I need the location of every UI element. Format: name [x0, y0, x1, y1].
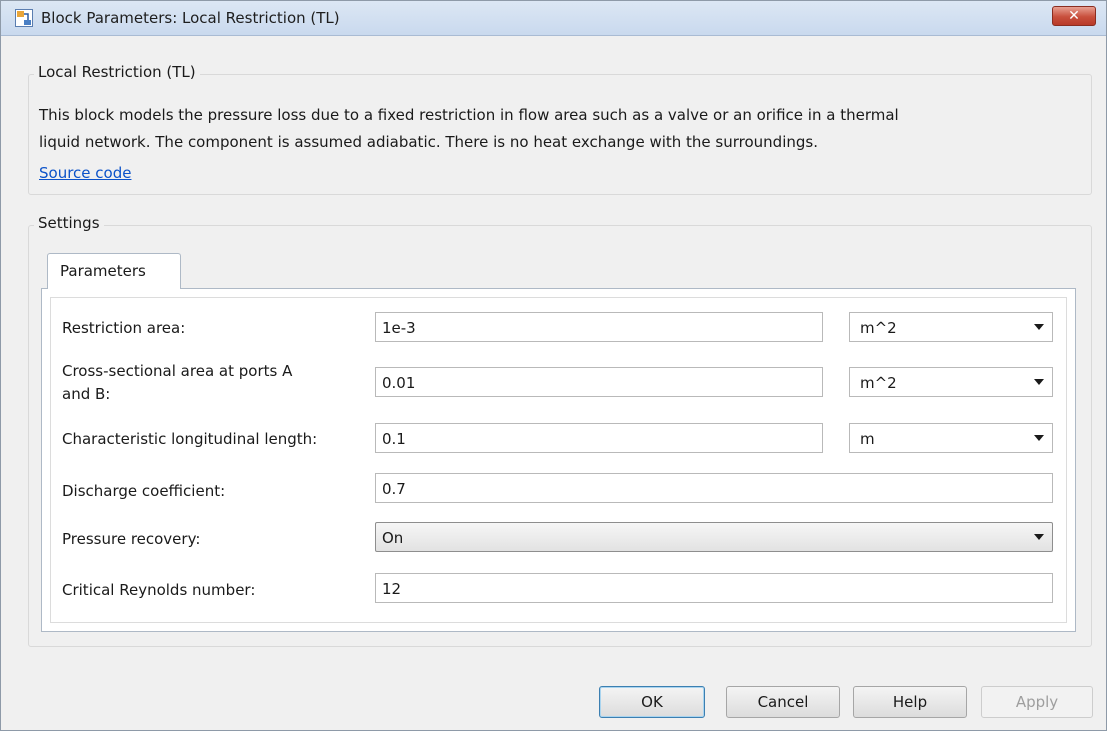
restriction-area-label: Restriction area: — [62, 319, 186, 337]
chevron-down-icon — [1034, 379, 1044, 385]
description-line-2: liquid network. The component is assumed… — [39, 133, 818, 151]
tab-parameters[interactable]: Parameters — [47, 253, 181, 289]
settings-group-legend: Settings — [34, 214, 104, 232]
cross-section-unit-value: m^2 — [860, 374, 897, 392]
discharge-coefficient-label: Discharge coefficient: — [62, 482, 226, 500]
cross-section-label-line-1: Cross-sectional area at ports A — [62, 362, 293, 380]
apply-button[interactable]: Apply — [981, 686, 1093, 718]
char-length-unit-value: m — [860, 430, 875, 448]
char-length-label: Characteristic longitudinal length: — [62, 430, 318, 448]
pressure-recovery-value: On — [382, 529, 404, 547]
window-title: Block Parameters: Local Restriction (TL) — [41, 9, 340, 27]
block-description: This block models the pressure loss due … — [39, 102, 1089, 156]
help-button[interactable]: Help — [853, 686, 967, 718]
char-length-unit-select[interactable]: m — [849, 423, 1053, 453]
simulink-block-icon — [15, 9, 33, 27]
block-group-legend: Local Restriction (TL) — [34, 63, 200, 81]
restriction-area-input[interactable]: 1e-3 — [375, 312, 823, 342]
tab-parameters-label: Parameters — [60, 262, 146, 280]
title-bar[interactable]: Block Parameters: Local Restriction (TL)… — [1, 1, 1106, 36]
close-button[interactable]: ✕ — [1052, 6, 1096, 26]
chevron-down-icon — [1034, 534, 1044, 540]
pressure-recovery-select[interactable]: On — [375, 522, 1053, 552]
restriction-area-unit-value: m^2 — [860, 319, 897, 337]
reynolds-label: Critical Reynolds number: — [62, 581, 256, 599]
cross-section-input[interactable]: 0.01 — [375, 367, 823, 397]
ok-button[interactable]: OK — [599, 686, 705, 718]
discharge-coefficient-input[interactable]: 0.7 — [375, 473, 1053, 503]
restriction-area-unit-select[interactable]: m^2 — [849, 312, 1053, 342]
chevron-down-icon — [1034, 435, 1044, 441]
reynolds-input[interactable]: 12 — [375, 573, 1053, 603]
cross-section-label-line-2: and B: — [62, 385, 111, 403]
close-icon: ✕ — [1068, 8, 1080, 24]
description-line-1: This block models the pressure loss due … — [39, 106, 899, 124]
block-parameters-dialog: Block Parameters: Local Restriction (TL)… — [0, 0, 1107, 731]
source-code-link[interactable]: Source code — [39, 164, 131, 182]
cancel-button[interactable]: Cancel — [726, 686, 840, 718]
pressure-recovery-label: Pressure recovery: — [62, 530, 201, 548]
char-length-input[interactable]: 0.1 — [375, 423, 823, 453]
cross-section-unit-select[interactable]: m^2 — [849, 367, 1053, 397]
chevron-down-icon — [1034, 324, 1044, 330]
